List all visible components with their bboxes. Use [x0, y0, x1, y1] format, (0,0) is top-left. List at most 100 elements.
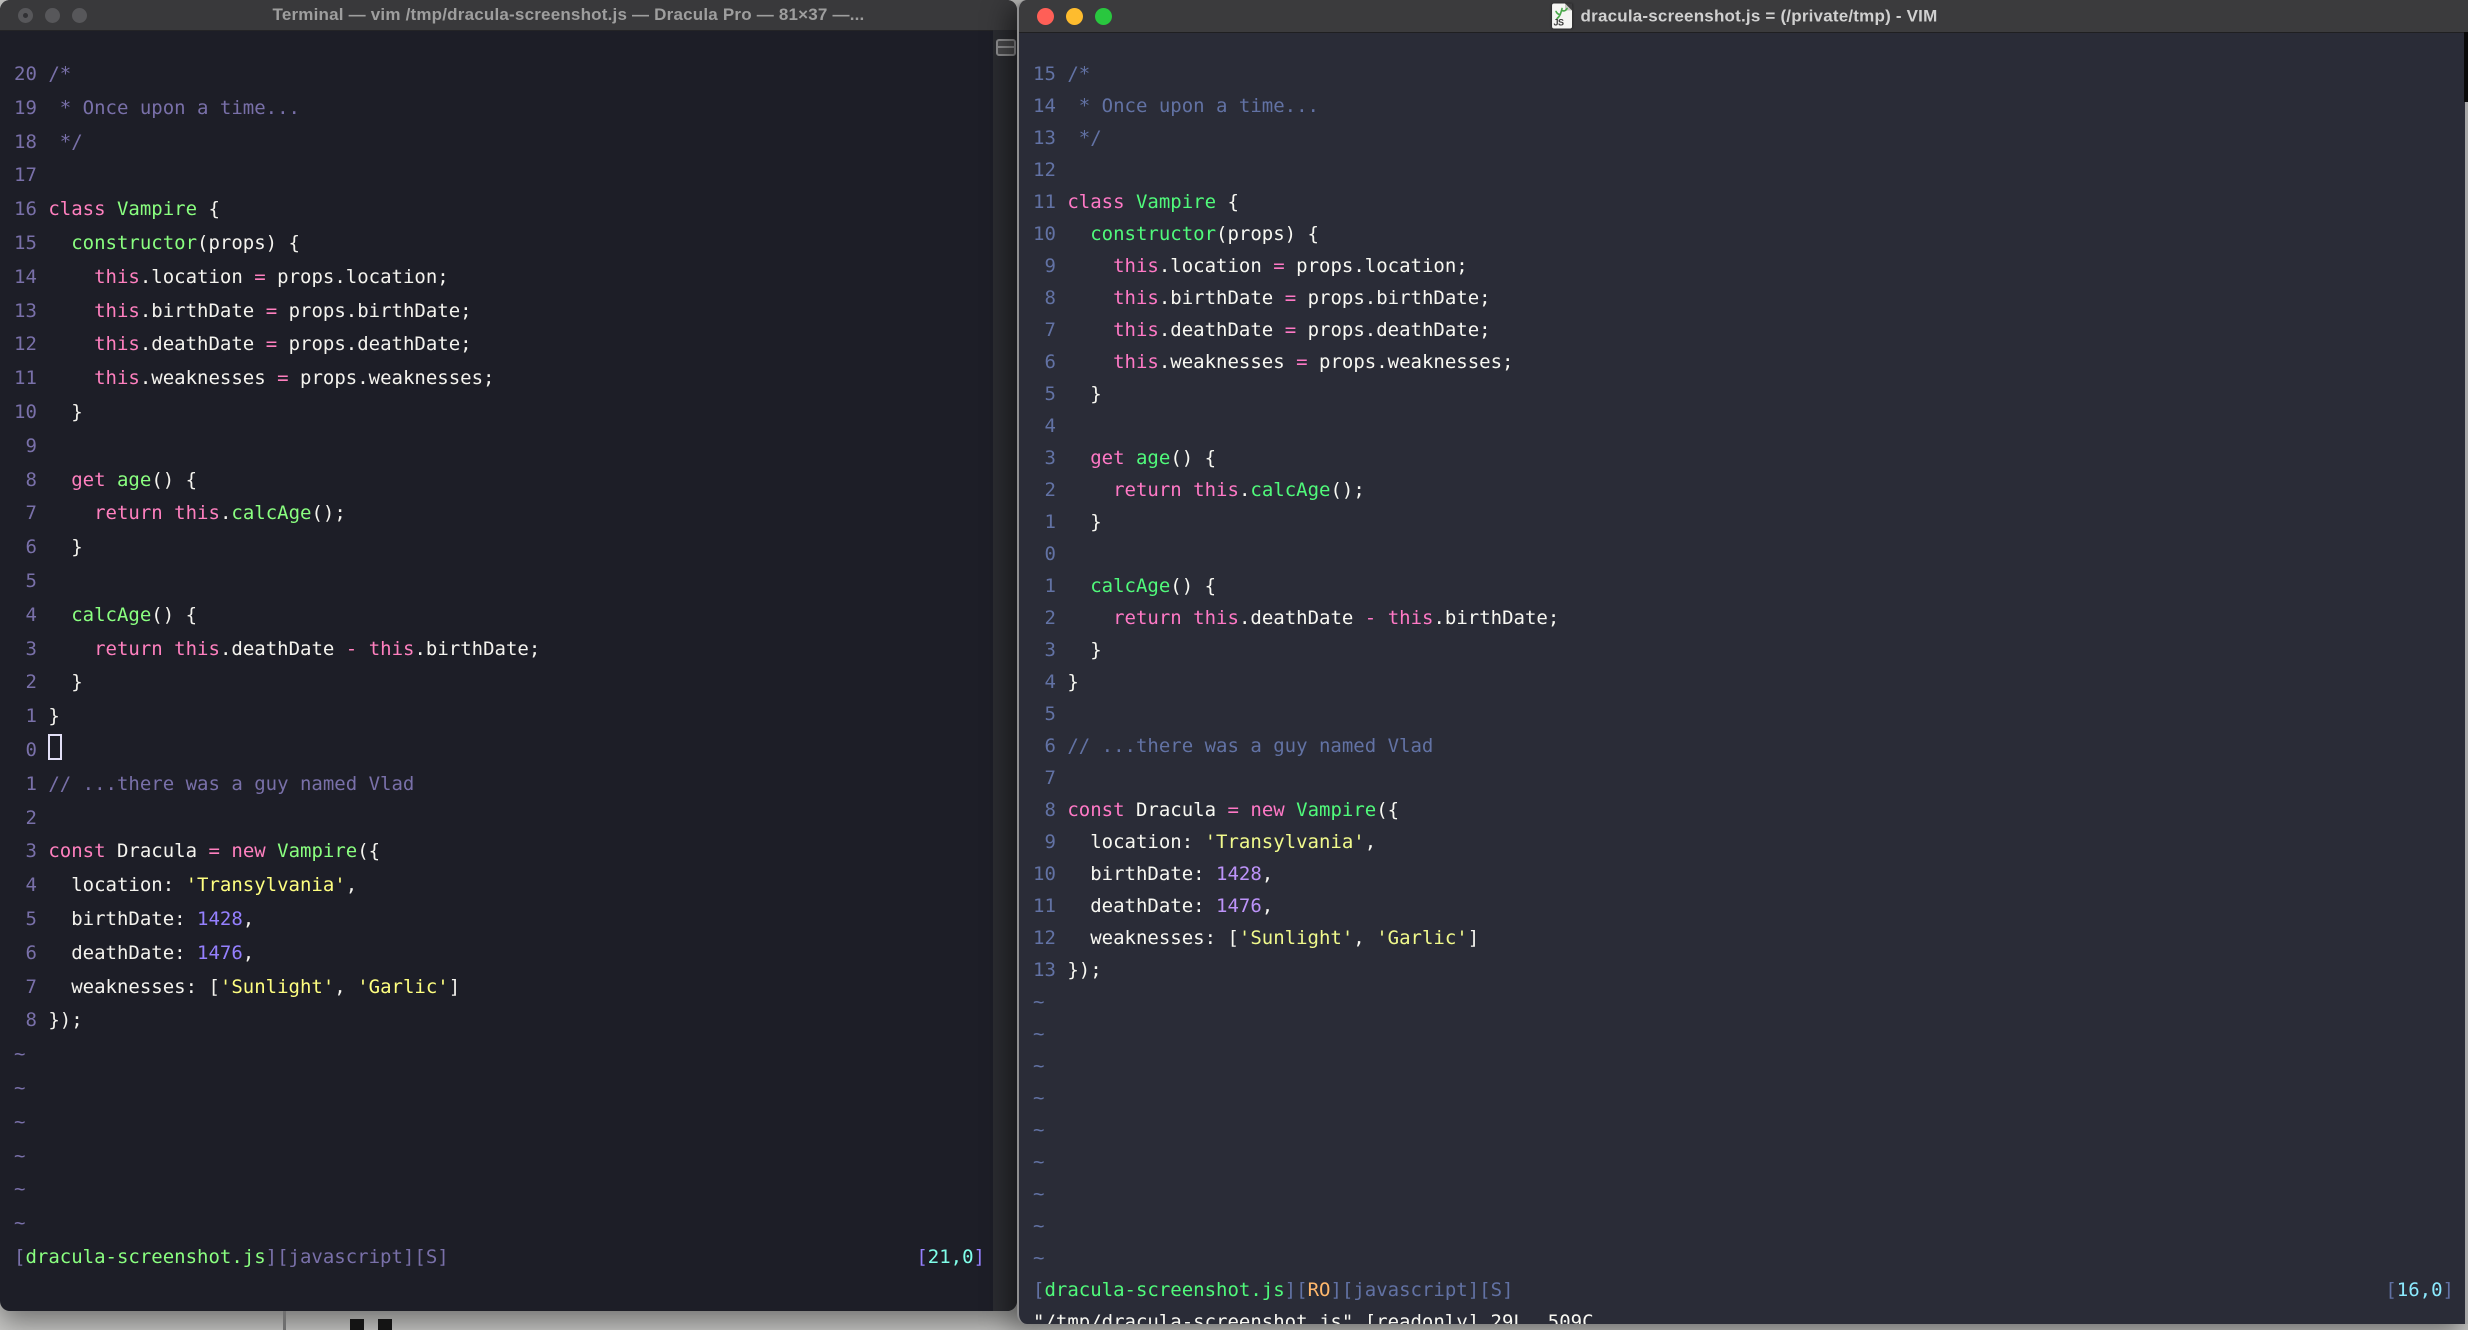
line-number: 1 — [14, 772, 37, 795]
code-line: 6 deathDate: 1476, — [14, 937, 993, 971]
background-window-glyph — [378, 1319, 392, 1330]
tilde-line: ~ — [14, 1076, 26, 1099]
split-pane-icon[interactable] — [996, 39, 1016, 56]
tilde-line: ~ — [14, 1110, 26, 1133]
tilde-line: ~ — [1033, 991, 1045, 1013]
macvim-title-text: dracula-screenshot.js = (/private/tmp) -… — [1580, 6, 1938, 25]
zoom-button[interactable] — [1095, 7, 1112, 25]
code-line: 11 deathDate: 1476, — [1033, 890, 2462, 922]
code-line: 4 location: 'Transylvania', — [14, 869, 993, 903]
background-window-glyph — [350, 1319, 364, 1330]
line-number: 13 — [1033, 127, 1056, 149]
code-line: 12 — [1033, 154, 2462, 186]
tilde-line: ~ — [14, 1212, 26, 1235]
tilde-line: ~ — [1033, 1183, 1045, 1205]
line-number: 12 — [1033, 159, 1056, 181]
code-line: 7 return this.calcAge(); — [14, 497, 993, 531]
line-number: 2 — [14, 806, 37, 829]
line-number: 7 — [14, 975, 37, 998]
code-line: 10 } — [14, 396, 993, 430]
code-line: 13 this.birthDate = props.birthDate; — [14, 295, 993, 329]
close-button[interactable] — [1037, 7, 1054, 25]
line-number: 1 — [1033, 511, 1056, 533]
close-button[interactable] — [18, 7, 33, 23]
code-line: 5 birthDate: 1428, — [14, 903, 993, 937]
line-number: 9 — [1033, 255, 1056, 277]
line-number: 12 — [1033, 927, 1056, 949]
code-line: 1// ...there was a guy named Vlad — [14, 768, 993, 802]
line-number: 2 — [1033, 479, 1056, 501]
line-number: 6 — [14, 536, 37, 559]
line-number: 5 — [1033, 383, 1056, 405]
line-number: 15 — [1033, 63, 1056, 85]
terminal-titlebar[interactable]: Terminal — vim /tmp/dracula-screenshot.j… — [0, 0, 1017, 31]
code-line: 10 constructor(props) { — [1033, 218, 2462, 250]
code-line: 3 } — [1033, 634, 2462, 666]
code-line: 11 class Vampire { — [1033, 186, 2462, 218]
code-line: 14 this.location = props.location; — [14, 261, 993, 295]
line-number: 5 — [1033, 703, 1056, 725]
code-line: 5 — [1033, 698, 2462, 730]
code-line: 6// ...there was a guy named Vlad — [1033, 730, 2462, 762]
code-line: 0 — [14, 733, 993, 768]
line-number: 10 — [1033, 863, 1056, 885]
code-line: 18 */ — [14, 126, 993, 160]
line-number: 14 — [14, 265, 37, 288]
line-number: 4 — [14, 874, 37, 897]
line-number: 3 — [1033, 639, 1056, 661]
code-line: 13 */ — [1033, 122, 2462, 154]
terminal-scrollbar[interactable] — [993, 30, 1017, 1311]
code-line: 1 } — [1033, 506, 2462, 538]
code-line: 4 calcAge() { — [14, 599, 993, 633]
macvim-text-area[interactable]: 15/* 14 * Once upon a time... 13 */12 11 cla… — [1019, 32, 2462, 1324]
code-line: 9 this.location = props.location; — [1033, 250, 2462, 282]
code-line: 4} — [1033, 666, 2462, 698]
line-number: 13 — [1033, 959, 1056, 981]
code-line: 6 this.weaknesses = props.weaknesses; — [1033, 346, 2462, 378]
js-icon-label: JS — [1553, 17, 1565, 28]
line-number: 2 — [14, 671, 37, 694]
line-number: 6 — [14, 941, 37, 964]
code-line: 10 birthDate: 1428, — [1033, 858, 2462, 890]
line-number: 4 — [1033, 415, 1056, 437]
line-number: 3 — [14, 637, 37, 660]
line-number: 11 — [1033, 895, 1056, 917]
line-number: 9 — [14, 434, 37, 457]
vim-statusline: [dracula-screenshot.js][RO][javascript][… — [1033, 1279, 2454, 1301]
tilde-line: ~ — [14, 1144, 26, 1167]
minimize-button[interactable] — [45, 7, 60, 23]
tilde-line: ~ — [1033, 1215, 1045, 1237]
line-number: 14 — [1033, 95, 1056, 117]
line-number: 19 — [14, 96, 37, 119]
line-number: 15 — [14, 231, 37, 254]
tilde-line: ~ — [1033, 1119, 1045, 1141]
line-number: 12 — [14, 333, 37, 356]
terminal-window: Terminal — vim /tmp/dracula-screenshot.j… — [0, 0, 1017, 1311]
line-number: 1 — [1033, 575, 1056, 597]
code-line: 6 } — [14, 531, 993, 565]
macvim-titlebar[interactable]: JS dracula-screenshot.js = (/private/tmp… — [1019, 0, 2468, 33]
tilde-line: ~ — [1033, 1023, 1045, 1045]
line-number: 8 — [14, 1009, 37, 1032]
line-number: 4 — [14, 603, 37, 626]
line-number: 2 — [1033, 607, 1056, 629]
line-number: 18 — [14, 130, 37, 153]
line-number: 4 — [1033, 671, 1056, 693]
terminal-vim-text-area[interactable]: 20/* 19 * Once upon a time... 18 */17 16 cla… — [0, 30, 993, 1311]
code-line: 4 — [1033, 410, 2462, 442]
zoom-button[interactable] — [72, 7, 87, 23]
desktop: { "left_window": { "title": "Terminal — … — [0, 0, 2468, 1330]
tilde-line: ~ — [1033, 1247, 1045, 1269]
tilde-line: ~ — [14, 1178, 26, 1201]
scrollbar-thumb[interactable] — [2464, 32, 2468, 102]
line-number: 10 — [1033, 223, 1056, 245]
code-line: 19 * Once upon a time... — [14, 92, 993, 126]
code-line: 1 calcAge() { — [1033, 570, 2462, 602]
line-number: 8 — [14, 468, 37, 491]
line-number: 11 — [1033, 191, 1056, 213]
close-dot-icon — [23, 12, 28, 18]
vim-command-line: "/tmp/dracula-screenshot.js" [readonly] … — [1033, 1311, 1594, 1324]
background-window-divider — [283, 1311, 286, 1330]
minimize-button[interactable] — [1066, 7, 1083, 25]
line-number: 5 — [14, 569, 37, 592]
